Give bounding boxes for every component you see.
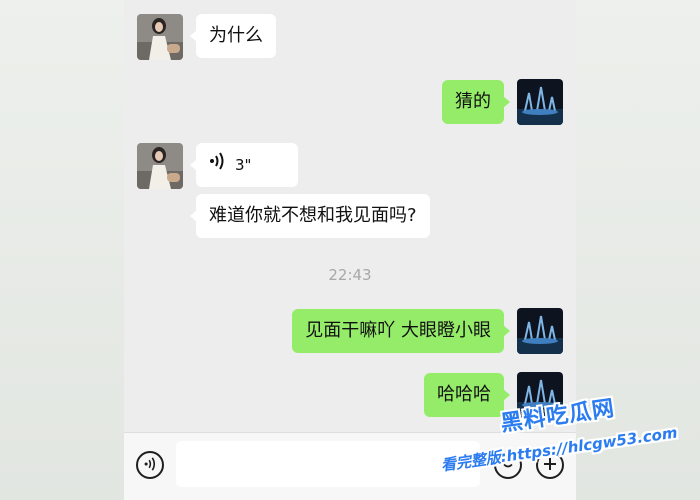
- contact-avatar[interactable]: [137, 143, 183, 189]
- voice-message-bubble[interactable]: 3": [190, 143, 298, 187]
- message-timestamp: 22:43: [328, 266, 372, 284]
- emoji-icon: [500, 455, 516, 475]
- message-text: 见面干嘛吖 大眼瞪小眼: [305, 320, 491, 341]
- emoji-button[interactable]: [494, 451, 522, 479]
- message-text: 哈哈哈: [437, 384, 491, 405]
- message-text: 为什么: [209, 25, 263, 46]
- my-avatar[interactable]: [517, 372, 563, 418]
- voice-mode-button[interactable]: [136, 451, 164, 479]
- contact-avatar[interactable]: [137, 14, 183, 60]
- more-button[interactable]: [536, 451, 564, 479]
- message-bubble-outgoing[interactable]: 猜的: [442, 80, 510, 124]
- message-bubble-incoming[interactable]: 难道你就不想和我见面吗?: [190, 194, 430, 238]
- sound-wave-icon: [209, 143, 225, 187]
- my-avatar[interactable]: [517, 79, 563, 125]
- voice-duration: 3": [235, 156, 252, 174]
- message-text: 难道你就不想和我见面吗?: [209, 205, 417, 226]
- chat-window[interactable]: 为什么 猜的 3" 难道你就不想和我见面吗? 22:43 见面干嘛吖 大眼瞪小眼…: [124, 0, 576, 500]
- message-bubble-incoming[interactable]: 为什么: [190, 14, 276, 58]
- voice-mode-icon: [143, 456, 157, 475]
- my-avatar[interactable]: [517, 308, 563, 354]
- message-input[interactable]: [176, 441, 480, 487]
- message-bubble-outgoing[interactable]: 哈哈哈: [424, 373, 510, 417]
- background-right: [576, 0, 700, 500]
- message-bubble-outgoing[interactable]: 见面干嘛吖 大眼瞪小眼: [292, 309, 510, 353]
- input-bar: [124, 432, 576, 500]
- plus-icon: [543, 456, 557, 475]
- background-left: [0, 0, 124, 500]
- message-text: 猜的: [455, 91, 491, 112]
